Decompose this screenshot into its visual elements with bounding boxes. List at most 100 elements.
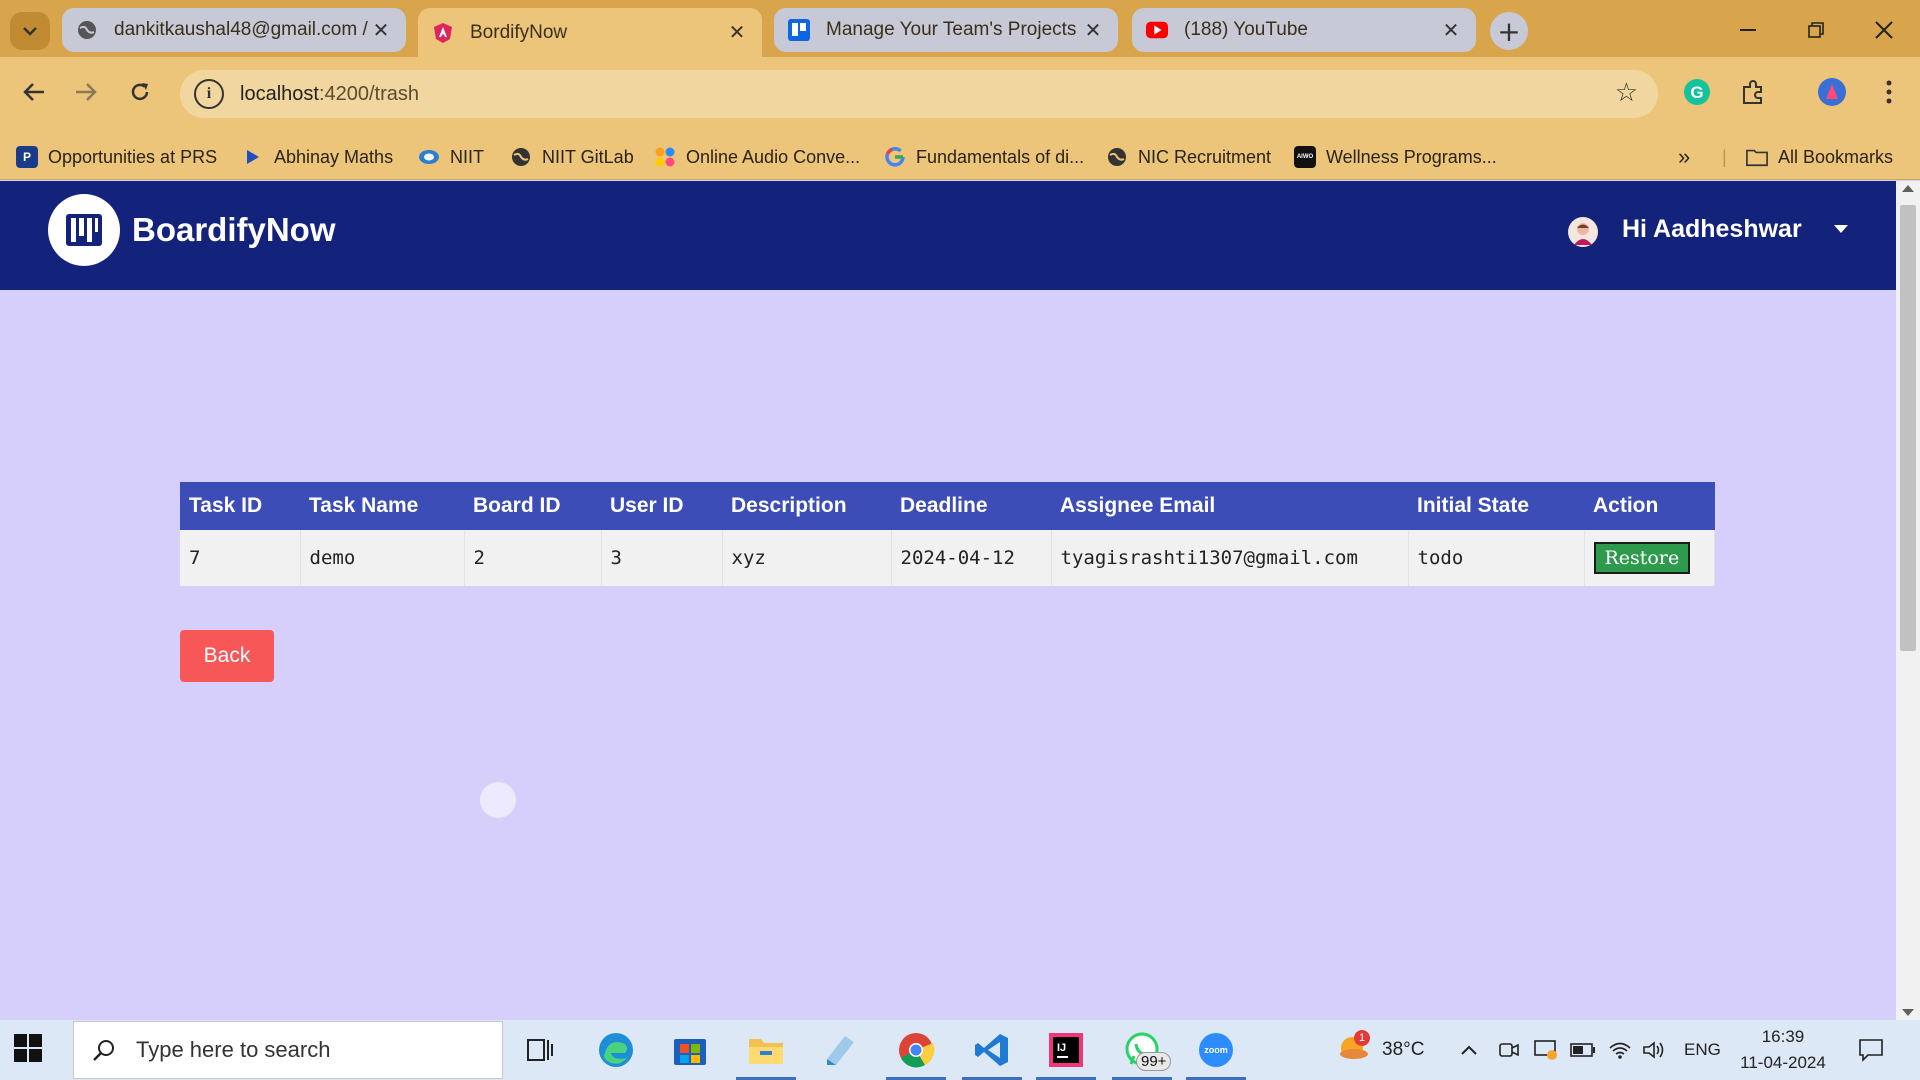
bookmark-label: Wellness Programs...	[1326, 146, 1497, 167]
chrome-icon[interactable]	[886, 1028, 946, 1080]
prs-icon: P	[16, 146, 38, 168]
bookmark-star-icon[interactable]: ☆	[1615, 78, 1638, 108]
bookmark-abhinay[interactable]: Abhinay Maths	[242, 142, 393, 172]
bookmark-wellness[interactable]: AIWO Wellness Programs...	[1294, 142, 1497, 172]
audio-icon	[654, 146, 676, 168]
bookmark-audio-converter[interactable]: Online Audio Conve...	[654, 142, 860, 172]
clock-time: 16:39	[1761, 1027, 1805, 1046]
extensions-puzzle-icon[interactable]	[1736, 75, 1770, 109]
taskbar-clock[interactable]: 16:39 11-04-2024	[1728, 1024, 1838, 1076]
close-icon[interactable]: ✕	[370, 18, 392, 43]
minimize-icon	[1740, 29, 1756, 31]
browser-tab-strip: dankitkaushal48@gmail.com / I ✕ BordifyN…	[0, 0, 1920, 57]
vscode-icon[interactable]	[962, 1028, 1022, 1080]
windows-start-icon[interactable]	[14, 1034, 54, 1066]
header-action: Action	[1584, 482, 1715, 530]
restore-window-button[interactable]	[1786, 10, 1846, 50]
bookmark-label: NIC Recruitment	[1138, 146, 1272, 167]
display-icon[interactable]	[1534, 1020, 1558, 1080]
profile-avatar-icon[interactable]	[1815, 75, 1849, 109]
site-info-icon[interactable]: i	[194, 79, 224, 109]
microsoft-store-icon[interactable]	[668, 1028, 712, 1072]
edge-icon[interactable]	[594, 1028, 638, 1072]
url-text: localhost:4200/trash	[240, 83, 419, 106]
header-assignee-email: Assignee Email	[1051, 482, 1408, 530]
svg-text:zoom: zoom	[1204, 1045, 1228, 1055]
minimize-button[interactable]	[1718, 10, 1778, 50]
chrome-menu-icon[interactable]	[1872, 75, 1906, 109]
tab-gmail[interactable]: dankitkaushal48@gmail.com / I ✕	[62, 8, 406, 52]
bookmark-prs[interactable]: P Opportunities at PRS	[16, 142, 217, 172]
cell-initial-state: todo	[1408, 530, 1585, 586]
show-hidden-icons-button[interactable]	[1460, 1020, 1478, 1080]
chevron-up-icon	[1461, 1045, 1477, 1055]
bookmark-label: Abhinay Maths	[274, 146, 394, 167]
bookmark-niit[interactable]: NIIT	[418, 142, 484, 172]
file-explorer-icon[interactable]	[736, 1028, 796, 1080]
whatsapp-badge: 99+	[1136, 1052, 1172, 1071]
close-window-button[interactable]	[1854, 10, 1914, 50]
volume-icon[interactable]	[1642, 1020, 1666, 1080]
all-bookmarks-button[interactable]: All Bookmarks	[1746, 142, 1893, 172]
table-header-row: Task ID Task Name Board ID User ID Descr…	[180, 482, 1715, 530]
zoom-icon[interactable]: zoom	[1186, 1028, 1246, 1080]
plus-icon: +	[1497, 14, 1521, 48]
weather-badge: 1	[1354, 1030, 1370, 1046]
chevron-down-icon[interactable]	[1834, 225, 1848, 233]
url-host: localhost	[240, 82, 319, 105]
svg-text:IJ: IJ	[1057, 1042, 1066, 1054]
back-nav-button[interactable]	[14, 72, 54, 112]
app-brand[interactable]: BoardifyNow	[132, 211, 336, 249]
browser-toolbar: i localhost:4200/trash ☆ G	[0, 57, 1920, 134]
tab-bordifynow[interactable]: BordifyNow ✕	[418, 8, 762, 57]
battery-icon[interactable]	[1570, 1020, 1596, 1080]
bookmark-niit-gitlab[interactable]: NIIT GitLab	[510, 142, 634, 172]
arrow-right-icon	[76, 83, 97, 101]
clock-date: 11-04-2024	[1740, 1053, 1826, 1072]
cell-assignee-email: tyagisrashti1307@gmail.com	[1051, 530, 1409, 586]
forward-nav-button[interactable]	[66, 72, 106, 112]
task-view-icon[interactable]	[518, 1028, 562, 1072]
tab-title: BordifyNow	[470, 21, 568, 43]
wifi-icon[interactable]	[1608, 1020, 1632, 1080]
notepad-icon[interactable]	[818, 1028, 862, 1072]
user-greeting[interactable]: Hi Aadheshwar	[1622, 215, 1802, 244]
scroll-up-icon[interactable]	[1902, 185, 1914, 192]
close-icon[interactable]: ✕	[726, 20, 748, 45]
angular-icon	[432, 22, 454, 44]
address-bar[interactable]: i localhost:4200/trash ☆	[180, 70, 1658, 118]
tab-search-button[interactable]	[10, 12, 50, 50]
new-tab-button[interactable]: +	[1490, 12, 1528, 50]
bookmark-label: NIIT GitLab	[542, 146, 634, 167]
whatsapp-icon[interactable]: 99+	[1112, 1028, 1172, 1080]
bookmarks-bar: P Opportunities at PRS Abhinay Maths NII…	[0, 134, 1920, 180]
tab-title: Manage Your Team's Projects Fr	[826, 19, 1082, 40]
intellij-icon[interactable]: IJ	[1036, 1028, 1096, 1080]
close-icon[interactable]: ✕	[1082, 18, 1104, 43]
language-indicator[interactable]: ENG	[1684, 1020, 1721, 1080]
tab-youtube[interactable]: (188) YouTube ✕	[1132, 8, 1476, 52]
bookmark-label: Fundamentals of di...	[916, 146, 1085, 167]
scroll-down-icon[interactable]	[1902, 1009, 1914, 1016]
bookmark-label: Opportunities at PRS	[48, 146, 218, 167]
bookmark-nic-recruitment[interactable]: NIC Recruitment	[1106, 142, 1271, 172]
header-initial-state: Initial State	[1408, 482, 1584, 530]
header-task-id: Task ID	[180, 482, 300, 530]
taskbar-search-box[interactable]: Type here to search	[73, 1021, 503, 1079]
page-scrollbar[interactable]	[1896, 181, 1920, 1020]
bookmark-fundamentals[interactable]: Fundamentals of di...	[884, 142, 1084, 172]
user-avatar[interactable]	[1568, 217, 1598, 247]
meet-now-icon[interactable]	[1498, 1020, 1520, 1080]
close-icon[interactable]: ✕	[1440, 18, 1462, 43]
reload-button[interactable]	[120, 72, 160, 112]
more-bookmarks-button[interactable]: »	[1678, 142, 1690, 172]
restore-button[interactable]: Restore	[1593, 542, 1691, 574]
board-logo-icon[interactable]	[48, 194, 120, 266]
grammarly-extension-icon[interactable]: G	[1680, 75, 1714, 109]
youtube-icon	[1146, 19, 1168, 41]
back-button[interactable]: Back	[180, 630, 274, 682]
weather-widget[interactable]: 1 38°C	[1336, 1020, 1424, 1080]
scroll-thumb[interactable]	[1900, 205, 1916, 651]
notifications-icon[interactable]	[1858, 1020, 1884, 1080]
tab-trello[interactable]: Manage Your Team's Projects Fr ✕	[774, 8, 1118, 52]
